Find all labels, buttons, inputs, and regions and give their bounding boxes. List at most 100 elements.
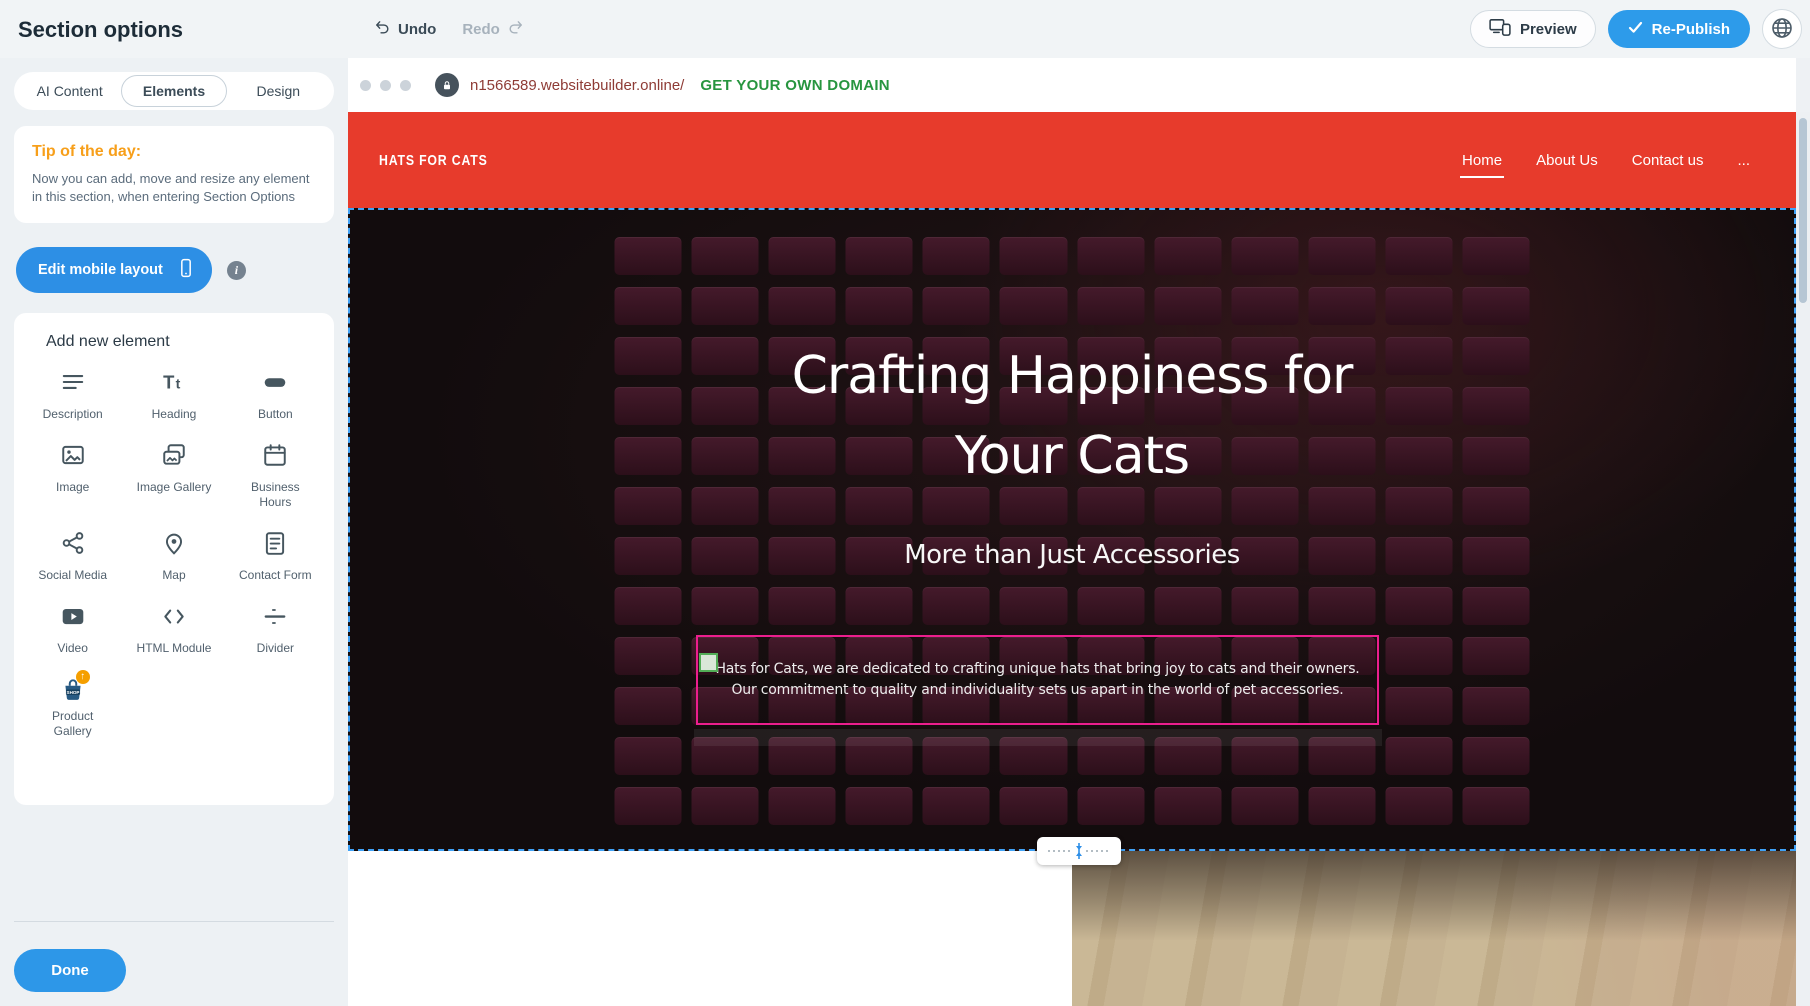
undo-label: Undo bbox=[398, 21, 436, 38]
page-title: Section options bbox=[18, 17, 183, 43]
tip-body: Now you can add, move and resize any ele… bbox=[32, 170, 316, 206]
ssl-lock-icon bbox=[435, 73, 459, 97]
element-grid: Description Tt Heading Button Image Imag… bbox=[22, 369, 326, 739]
hero-heading[interactable]: Crafting Happiness for Your Cats bbox=[350, 336, 1794, 496]
resize-handle-green[interactable] bbox=[699, 653, 718, 672]
hero-tile bbox=[1385, 637, 1452, 675]
section-resize-handle[interactable] bbox=[1037, 837, 1121, 865]
site-logo[interactable]: HATS FOR CATS bbox=[379, 152, 488, 169]
hero-tile bbox=[846, 787, 913, 825]
element-description[interactable]: Description bbox=[22, 369, 123, 422]
devices-icon bbox=[1489, 18, 1511, 40]
html-module-icon bbox=[161, 603, 187, 634]
contact-form-icon bbox=[262, 530, 288, 561]
nav-item-home[interactable]: Home bbox=[1462, 152, 1502, 169]
canvas-scrollbar bbox=[1796, 112, 1810, 1006]
element-button[interactable]: Button bbox=[225, 369, 326, 422]
redo-label: Redo bbox=[462, 21, 500, 38]
hero-heading-line2: Your Cats bbox=[350, 416, 1794, 496]
hero-tile bbox=[846, 237, 913, 275]
image-gallery-icon bbox=[161, 442, 187, 473]
sidebar-divider bbox=[14, 921, 334, 922]
hero-tile bbox=[1000, 237, 1067, 275]
mobile-layout-row: Edit mobile layout i bbox=[14, 247, 334, 293]
preview-label: Preview bbox=[1520, 21, 1577, 38]
hero-paragraph-selected[interactable]: Hats for Cats, we are dedicated to craft… bbox=[696, 635, 1379, 725]
sidebar-tabs: AI Content Elements Design bbox=[14, 72, 334, 110]
hero-paragraph-text: Hats for Cats, we are dedicated to craft… bbox=[715, 659, 1359, 701]
hero-tile bbox=[1385, 587, 1452, 625]
hero-tile bbox=[615, 787, 682, 825]
hero-tile bbox=[1462, 637, 1529, 675]
hero-tile bbox=[1385, 687, 1452, 725]
hero-tile bbox=[1077, 787, 1144, 825]
hero-tile bbox=[1462, 687, 1529, 725]
hero-heading-line1: Crafting Happiness for bbox=[350, 336, 1794, 416]
globe-icon bbox=[1770, 16, 1794, 43]
site-nav: Home About Us Contact us ... bbox=[1462, 112, 1750, 208]
element-video[interactable]: Video bbox=[22, 603, 123, 656]
hero-tile bbox=[1231, 787, 1298, 825]
tab-design[interactable]: Design bbox=[227, 76, 330, 106]
redo-icon bbox=[507, 19, 524, 40]
hero-subheading[interactable]: More than Just Accessories bbox=[350, 540, 1794, 570]
hero-tile bbox=[1462, 287, 1529, 325]
element-contact-form[interactable]: Contact Form bbox=[225, 530, 326, 583]
nav-more-menu[interactable]: ... bbox=[1737, 152, 1750, 169]
element-business-hours[interactable]: Business Hours bbox=[225, 442, 326, 510]
hero-tile bbox=[923, 787, 990, 825]
svg-text:t: t bbox=[176, 376, 181, 392]
undo-icon bbox=[374, 19, 391, 40]
hero-tile bbox=[1462, 787, 1529, 825]
social-media-icon bbox=[60, 530, 86, 561]
hero-tile bbox=[769, 787, 836, 825]
undo-redo-group: Undo Redo bbox=[374, 0, 524, 58]
business-hours-icon bbox=[262, 442, 288, 473]
next-section-white-area[interactable] bbox=[348, 851, 1072, 1006]
language-globe-button[interactable] bbox=[1762, 9, 1802, 49]
hero-tile bbox=[1077, 587, 1144, 625]
hero-tile bbox=[1385, 787, 1452, 825]
hero-tile bbox=[1462, 237, 1529, 275]
tip-title: Tip of the day: bbox=[32, 143, 316, 161]
redo-button[interactable]: Redo bbox=[462, 19, 524, 40]
site-header[interactable]: HATS FOR CATS Home About Us Contact us .… bbox=[348, 112, 1796, 208]
scrollbar-thumb[interactable] bbox=[1799, 118, 1807, 303]
description-icon bbox=[60, 369, 86, 400]
edit-mobile-layout-button[interactable]: Edit mobile layout bbox=[16, 247, 212, 293]
preview-button[interactable]: Preview bbox=[1470, 10, 1596, 48]
done-button[interactable]: Done bbox=[14, 949, 126, 992]
element-divider[interactable]: Divider bbox=[225, 603, 326, 656]
hero-tile bbox=[846, 287, 913, 325]
republish-button[interactable]: Re-Publish bbox=[1608, 10, 1750, 48]
video-icon bbox=[60, 603, 86, 634]
element-image[interactable]: Image bbox=[22, 442, 123, 510]
tip-of-the-day-card: Tip of the day: Now you can add, move an… bbox=[14, 126, 334, 223]
image-icon bbox=[60, 442, 86, 473]
hero-tile bbox=[615, 587, 682, 625]
hero-tile bbox=[692, 787, 759, 825]
element-product-gallery[interactable]: SHOP ↑ Product Gallery bbox=[22, 676, 123, 739]
site-url: n1566589.websitebuilder.online/ bbox=[470, 77, 684, 94]
hero-tile bbox=[1308, 787, 1375, 825]
element-image-gallery[interactable]: Image Gallery bbox=[123, 442, 224, 510]
nav-item-contact-us[interactable]: Contact us bbox=[1632, 152, 1704, 169]
element-html-module[interactable]: HTML Module bbox=[123, 603, 224, 656]
tab-ai-content[interactable]: AI Content bbox=[18, 76, 121, 106]
nav-item-about-us[interactable]: About Us bbox=[1536, 152, 1598, 169]
element-social-media[interactable]: Social Media bbox=[22, 530, 123, 583]
browser-chrome-bar: n1566589.websitebuilder.online/ GET YOUR… bbox=[348, 58, 1796, 112]
info-icon[interactable]: i bbox=[227, 261, 246, 280]
get-domain-link[interactable]: GET YOUR OWN DOMAIN bbox=[700, 77, 890, 94]
check-icon bbox=[1628, 21, 1643, 38]
tab-elements[interactable]: Elements bbox=[121, 75, 226, 107]
hero-tile bbox=[1000, 787, 1067, 825]
add-element-title: Add new element bbox=[22, 333, 326, 351]
element-heading[interactable]: Tt Heading bbox=[123, 369, 224, 422]
section-options-sidebar: AI Content Elements Design Tip of the da… bbox=[0, 58, 348, 1006]
undo-button[interactable]: Undo bbox=[374, 19, 436, 40]
element-map[interactable]: Map bbox=[123, 530, 224, 583]
map-pin-icon bbox=[161, 530, 187, 561]
hero-section-selected[interactable]: Crafting Happiness for Your Cats More th… bbox=[348, 208, 1796, 851]
next-section-photo[interactable] bbox=[1072, 851, 1796, 1006]
